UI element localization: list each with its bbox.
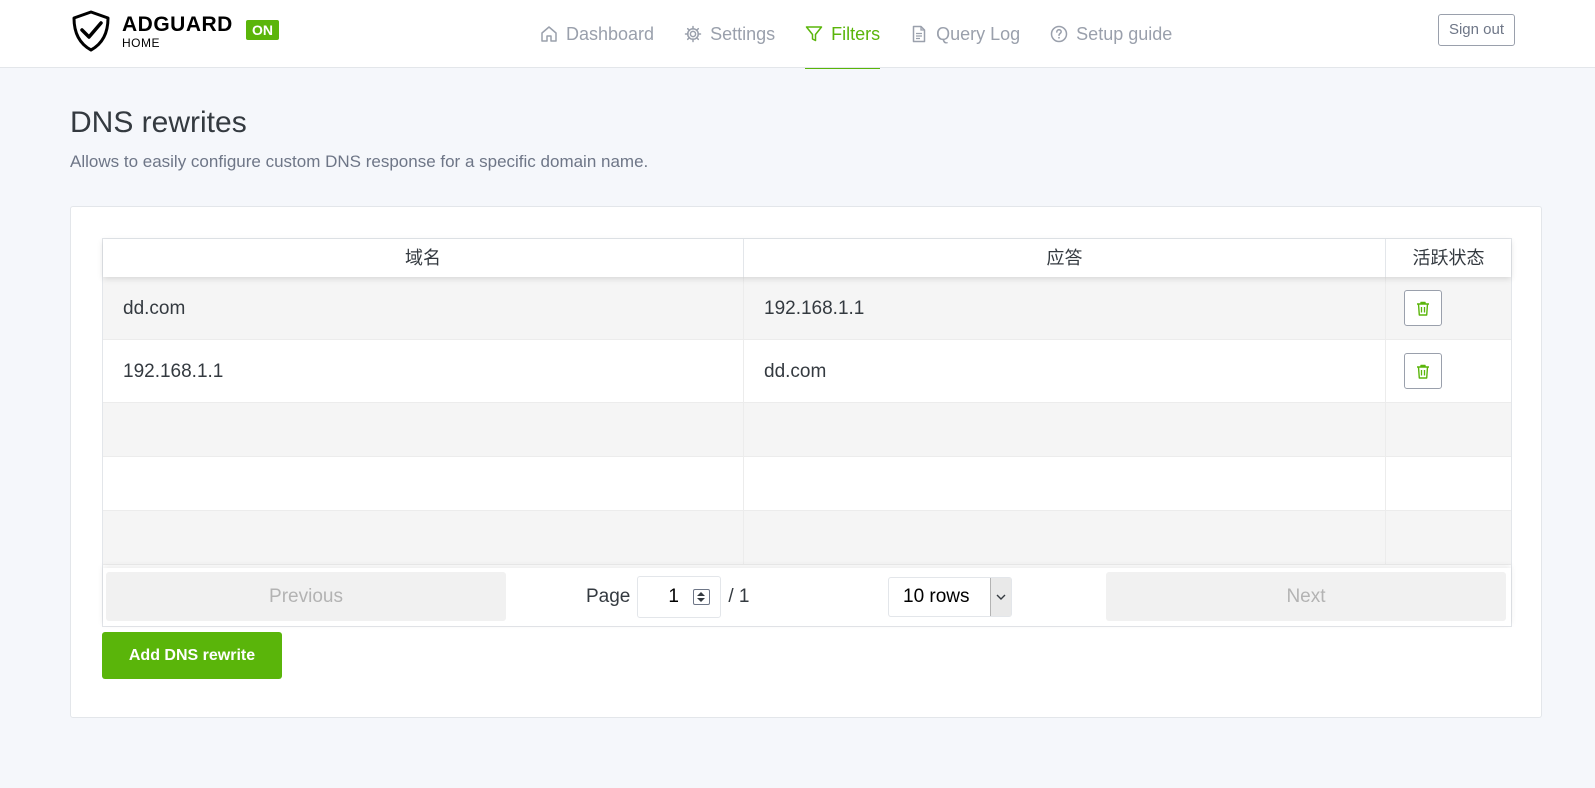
column-header-actions[interactable]: 活跃状态 xyxy=(1386,239,1511,277)
empty-cell xyxy=(744,511,1386,564)
page-description: Allows to easily configure custom DNS re… xyxy=(70,152,649,171)
empty-cell xyxy=(1386,457,1511,510)
empty-cell xyxy=(103,511,744,564)
empty-cell xyxy=(103,403,744,456)
logo[interactable]: ADGUARD HOME xyxy=(70,10,233,52)
page-number-value: 1 xyxy=(668,586,679,607)
column-header-domain[interactable]: 域名 xyxy=(103,239,744,277)
nav-query-log[interactable]: Query Log xyxy=(910,0,1020,68)
rewrites-table: 域名 应答 活跃状态 dd.com 192.168.1.1 192.168.1.… xyxy=(102,238,1512,627)
cell-actions xyxy=(1386,277,1511,339)
nav-setup-guide[interactable]: Setup guide xyxy=(1050,0,1172,68)
help-circle-icon xyxy=(1050,25,1068,43)
logo-title: ADGUARD xyxy=(122,12,233,36)
nav-setup-guide-label: Setup guide xyxy=(1076,23,1173,44)
previous-button[interactable]: Previous xyxy=(106,572,506,621)
top-header: ADGUARD HOME ON Dashboard Settings Filte… xyxy=(0,0,1595,69)
nav-filters[interactable]: Filters xyxy=(805,0,881,69)
cell-domain: 192.168.1.1 xyxy=(103,340,744,402)
nav-dashboard-label: Dashboard xyxy=(566,23,655,44)
sign-out-button[interactable]: Sign out xyxy=(1437,14,1515,46)
rows-per-page-select[interactable]: 10 rows xyxy=(888,577,1012,617)
page-stepper[interactable] xyxy=(693,589,711,605)
cell-domain: dd.com xyxy=(103,277,744,339)
shield-check-icon xyxy=(72,10,110,52)
rows-per-page-value: 10 rows xyxy=(903,586,970,607)
page-title: DNS rewrites xyxy=(70,106,247,139)
delete-button[interactable] xyxy=(1404,353,1442,389)
pagination-bar: Previous Page 1 / 1 10 rows Next xyxy=(103,568,1511,626)
cell-answer: 192.168.1.1 xyxy=(744,277,1386,339)
table-header: 域名 应答 活跃状态 xyxy=(103,239,1511,277)
cell-answer: dd.com xyxy=(744,340,1386,402)
empty-cell xyxy=(744,403,1386,456)
page-number-input[interactable]: 1 xyxy=(637,576,722,618)
empty-cell xyxy=(1386,403,1511,456)
home-icon xyxy=(541,26,557,42)
status-badge: ON xyxy=(246,20,279,40)
empty-cell xyxy=(1386,511,1511,564)
nav-settings[interactable]: Settings xyxy=(684,0,775,68)
chevron-down-icon xyxy=(990,578,1011,616)
empty-row xyxy=(103,457,1511,511)
page-jump: Page 1 / 1 xyxy=(586,576,750,618)
trash-icon xyxy=(1417,301,1429,316)
total-pages: / 1 xyxy=(728,586,750,607)
empty-cell xyxy=(103,457,744,510)
delete-button[interactable] xyxy=(1404,290,1442,326)
empty-row xyxy=(103,403,1511,457)
empty-row xyxy=(103,511,1511,565)
column-header-answer[interactable]: 应答 xyxy=(744,239,1386,277)
main-nav: Dashboard Settings Filters Query Log Set… xyxy=(540,0,1202,69)
rewrites-card: 域名 应答 活跃状态 dd.com 192.168.1.1 192.168.1.… xyxy=(70,206,1542,718)
add-dns-rewrite-button[interactable]: Add DNS rewrite xyxy=(102,632,282,679)
gear-icon xyxy=(684,25,702,43)
cell-actions xyxy=(1386,340,1511,402)
nav-settings-label: Settings xyxy=(710,23,776,44)
trash-icon xyxy=(1417,364,1429,379)
next-button[interactable]: Next xyxy=(1106,572,1506,621)
logo-subtitle: HOME xyxy=(122,35,160,50)
table-row: dd.com 192.168.1.1 xyxy=(103,277,1511,340)
empty-cell xyxy=(744,457,1386,510)
filter-icon xyxy=(805,26,823,42)
nav-query-log-label: Query Log xyxy=(936,23,1021,44)
table-row: 192.168.1.1 dd.com xyxy=(103,340,1511,403)
document-icon xyxy=(912,25,926,43)
page-label: Page xyxy=(586,586,631,607)
nav-dashboard[interactable]: Dashboard xyxy=(540,0,654,68)
nav-filters-label: Filters xyxy=(831,23,881,44)
